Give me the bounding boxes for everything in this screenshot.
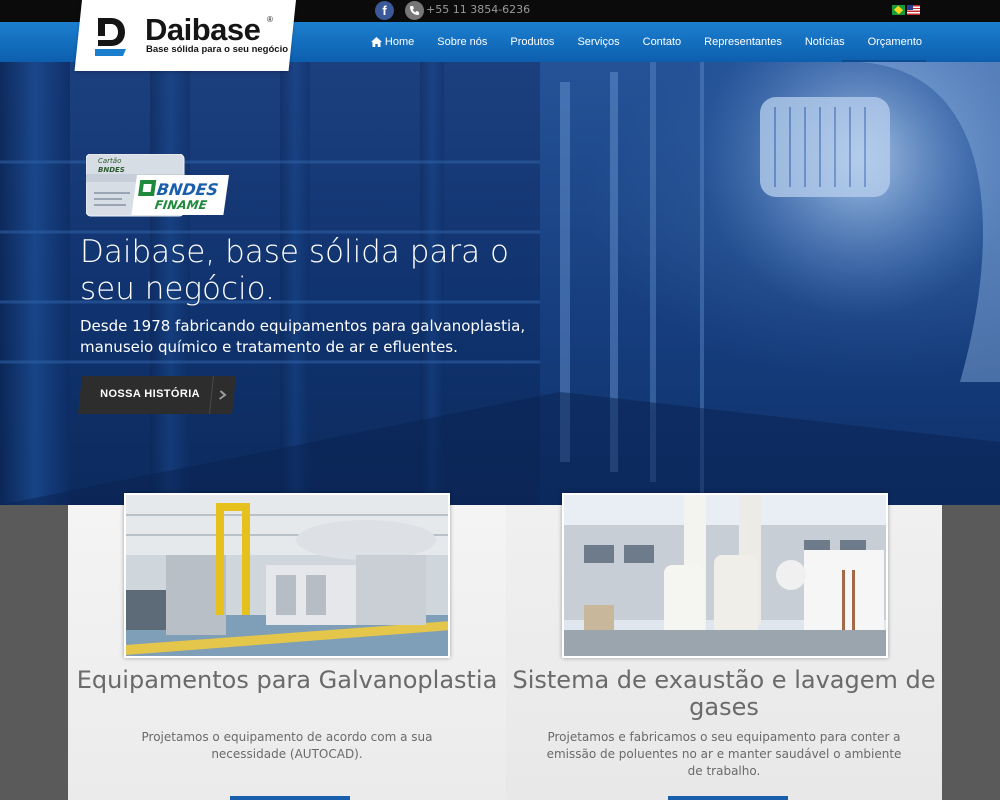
daibase-logo-icon[interactable] <box>95 16 129 56</box>
feature-card-exaustao: Sistema de exaustão e lavagem de gases P… <box>506 493 942 800</box>
nav-item-noticias[interactable]: Notícias <box>805 36 845 48</box>
nav-item-produtos[interactable]: Produtos <box>510 36 554 48</box>
feature-title: Equipamentos para Galvanoplastia <box>76 666 498 694</box>
nav-item-home[interactable]: Home <box>370 36 415 48</box>
nossa-historia-button[interactable]: NOSSA HISTÓRIA <box>78 376 236 414</box>
home-icon <box>370 37 382 47</box>
feature-more-button[interactable] <box>230 796 350 800</box>
nossa-historia-label: NOSSA HISTÓRIA <box>100 388 201 400</box>
nav-item-orcamento[interactable]: Orçamento <box>868 36 922 48</box>
logo-tagline: Base sólida para o seu negócio <box>146 44 289 55</box>
feature-description: Projetamos e fabricamos o seu equipament… <box>546 730 902 778</box>
feature-more-button[interactable] <box>668 796 788 800</box>
finame-badge-label: FINAME <box>154 198 209 212</box>
feature-title: Sistema de exaustão e lavagem de gases <box>512 666 936 721</box>
feature-description: Projetamos o equipamento de acordo com a… <box>141 730 433 761</box>
main-nav: Home Sobre nós Produtos Serviços Contato… <box>370 22 922 62</box>
card-top-label: Cartão <box>98 157 121 165</box>
hero-subtitle: Desde 1978 fabricando equipamentos para … <box>80 317 526 356</box>
exaustao-image[interactable] <box>562 493 888 658</box>
brazil-flag-icon[interactable] <box>892 5 905 15</box>
nav-item-representantes[interactable]: Representantes <box>704 36 782 48</box>
nav-item-servicos[interactable]: Serviços <box>577 36 619 48</box>
nav-item-contato[interactable]: Contato <box>643 36 682 48</box>
galvanoplastia-image[interactable] <box>124 493 450 658</box>
feature-card-galvanoplastia: Equipamentos para Galvanoplastia Projeta… <box>68 493 506 800</box>
nav-item-label: Home <box>384 36 415 48</box>
card-brand-label: BNDES <box>98 166 125 174</box>
chevron-right-icon <box>209 376 236 414</box>
phone-icon <box>405 1 424 20</box>
phone-number: +55 11 3854-6236 <box>426 3 531 16</box>
facebook-icon[interactable]: f <box>375 1 394 20</box>
usa-flag-icon[interactable] <box>907 5 920 15</box>
features-section: Equipamentos para Galvanoplastia Projeta… <box>0 493 1000 800</box>
logo-name[interactable]: Daibase <box>145 12 261 48</box>
hero-banner: Cartão BNDES BNDES FINAME Daibase, base … <box>0 62 1000 505</box>
bndes-card-image: Cartão BNDES BNDES FINAME <box>86 154 229 217</box>
hero-title: Daibase, base sólida para o seu negócio. <box>80 234 509 307</box>
nav-item-sobre-nos[interactable]: Sobre nós <box>437 36 487 48</box>
bndes-badge-label: BNDES <box>156 180 220 199</box>
registered-mark: ® <box>267 15 273 24</box>
